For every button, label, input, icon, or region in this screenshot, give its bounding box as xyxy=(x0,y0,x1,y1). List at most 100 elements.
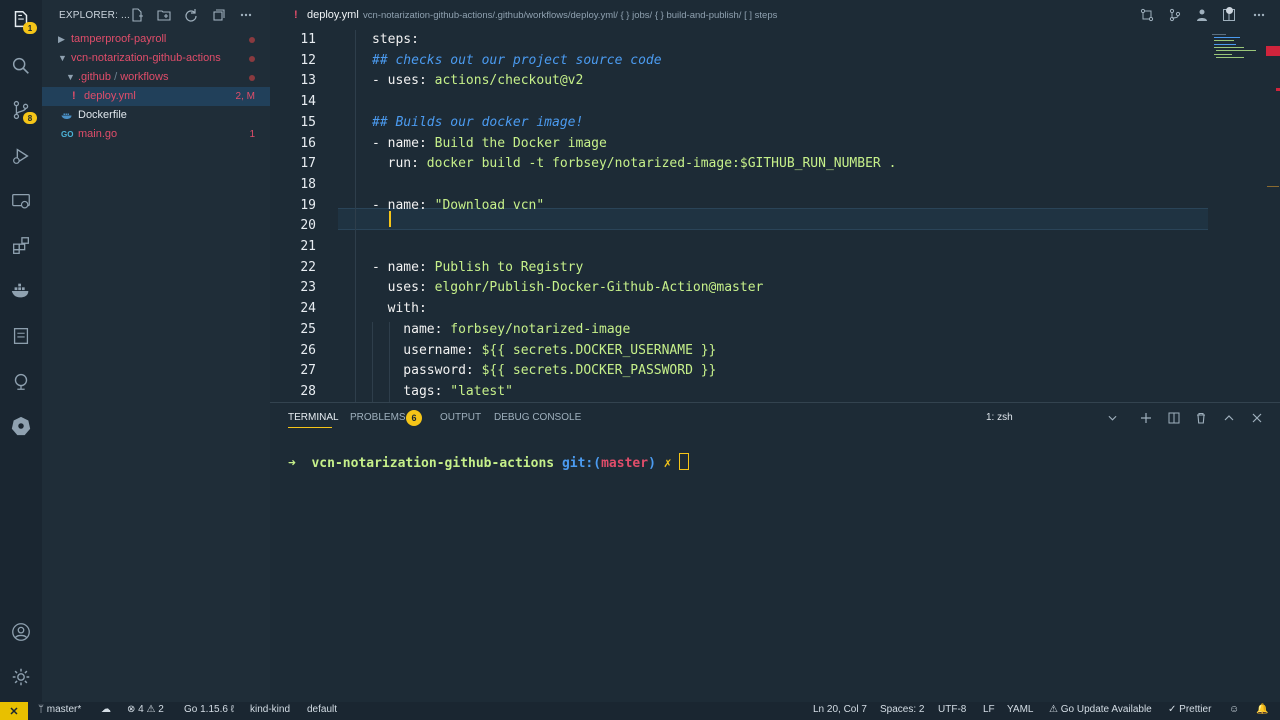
scm-badge: 8 xyxy=(23,112,37,124)
kube-namespace[interactable]: default xyxy=(307,704,337,715)
problems-indicator[interactable]: ⊗ 4 ⚠ 2 xyxy=(127,704,164,715)
code-value: forbsey/notarized-image xyxy=(450,321,631,337)
breadcrumb[interactable]: vcn-notarization-github-actions/.github/… xyxy=(363,10,777,21)
code-key: - uses: xyxy=(372,73,435,89)
tree-folder-github-workflows[interactable]: ▼ .github / workflows xyxy=(42,68,270,87)
cursor-position[interactable]: Ln 20, Col 7 xyxy=(813,704,867,715)
check-icon: ✓ xyxy=(1168,704,1180,715)
new-folder-icon[interactable] xyxy=(157,8,171,22)
scrollbar-error-marker xyxy=(1266,46,1280,56)
line-number: 24 xyxy=(300,301,316,317)
terminal-select[interactable]: 1: zsh xyxy=(980,409,1120,427)
refresh-icon[interactable] xyxy=(184,8,198,22)
explorer-sidebar: EXPLORER: ... ▶ tamperproof-payroll ▼ vc… xyxy=(42,0,270,702)
code-line: steps: xyxy=(372,32,419,47)
tab-deploy-yml[interactable]: deploy.yml xyxy=(307,9,359,21)
modified-dot xyxy=(249,75,255,81)
tree-label: Dockerfile xyxy=(78,109,127,121)
folder-segment: workflows xyxy=(120,71,169,83)
extensions-icon[interactable] xyxy=(9,234,33,258)
collapse-all-icon[interactable] xyxy=(212,8,226,22)
tree-folder-tamperproof-payroll[interactable]: ▶ tamperproof-payroll xyxy=(42,30,270,49)
line-number: 14 xyxy=(300,94,316,110)
code-value: elgohr/Publish-Docker-Github-Action@mast… xyxy=(434,280,764,296)
tree-label: vcn-notarization-github-actions xyxy=(71,52,221,64)
trash-icon[interactable] xyxy=(1195,412,1207,424)
source-control-icon[interactable]: 8 xyxy=(9,98,37,124)
add-terminal-icon[interactable] xyxy=(1140,412,1152,424)
files-icon[interactable]: 1 xyxy=(9,8,37,34)
code-value: "latest" xyxy=(450,383,513,399)
gitlens-icon[interactable] xyxy=(9,369,33,393)
remote-explorer-icon[interactable] xyxy=(9,189,33,213)
settings-gear-icon[interactable] xyxy=(9,665,33,689)
tree-label: main.go xyxy=(78,128,118,140)
more-actions-icon[interactable] xyxy=(1252,8,1266,22)
warning-icon: ⚠ xyxy=(146,704,159,715)
line-number: 27 xyxy=(300,363,316,379)
language-mode[interactable]: YAML xyxy=(1007,704,1034,715)
error-count: 4 xyxy=(138,704,144,715)
git-compare-icon[interactable] xyxy=(1168,8,1182,22)
feedback-icon[interactable]: ☺ xyxy=(1229,704,1239,715)
line-number: 11 xyxy=(300,32,316,47)
go-update-label: Go Update Available xyxy=(1060,704,1152,715)
notifications-icon[interactable]: 🔔 xyxy=(1256,704,1268,715)
docker-icon[interactable] xyxy=(9,279,33,303)
code-line: - name: "Download vcn" xyxy=(372,198,544,213)
code-line: username: ${{ secrets.DOCKER_USERNAME }} xyxy=(372,343,716,358)
sync-icon[interactable]: ☁ xyxy=(101,704,111,715)
tab-terminal[interactable]: TERMINAL xyxy=(288,412,339,423)
go-version[interactable]: Go 1.15.6 ℓ xyxy=(184,704,234,715)
tree-file-deploy-yml[interactable]: ! deploy.yml 2, M xyxy=(42,87,270,106)
branch-indicator[interactable]: ᛘ master* xyxy=(38,704,81,715)
warning-count: 2 xyxy=(158,704,164,715)
terminal-prompt[interactable]: ➜ vcn-notarization-github-actions git:(m… xyxy=(288,453,690,471)
error-icon: ⊗ xyxy=(127,704,139,715)
tab-debug-console[interactable]: DEBUG CONSOLE xyxy=(494,412,581,423)
tree-file-main-go[interactable]: GO main.go 1 xyxy=(42,125,270,144)
notes-icon[interactable] xyxy=(9,324,33,348)
code-value: ${{ secrets.DOCKER_USERNAME }} xyxy=(481,342,717,358)
go-file-icon: GO xyxy=(61,130,74,139)
go-update[interactable]: ⚠ Go Update Available xyxy=(1049,704,1152,715)
editor-tab-bar: ! deploy.yml vcn-notarization-github-act… xyxy=(270,0,1280,30)
tree-label: deploy.yml xyxy=(84,90,136,102)
live-share-icon[interactable] xyxy=(1195,8,1209,22)
more-actions-icon[interactable] xyxy=(239,8,253,22)
unsaved-dot-icon[interactable] xyxy=(1226,7,1233,14)
prompt-git-close: ) xyxy=(648,456,656,471)
new-file-icon[interactable] xyxy=(130,8,144,22)
open-changes-icon[interactable] xyxy=(1140,8,1154,22)
problems-count-badge: 6 xyxy=(406,410,422,426)
prettier[interactable]: ✓ Prettier xyxy=(1168,704,1211,715)
close-panel-icon[interactable] xyxy=(1251,412,1263,424)
line-number: 22 xyxy=(300,259,316,275)
warning-icon: ⚠ xyxy=(1049,704,1061,715)
account-icon[interactable] xyxy=(9,620,33,644)
code-key: uses: xyxy=(372,280,435,296)
code-key: - name: xyxy=(372,197,435,213)
end-of-line[interactable]: LF xyxy=(983,704,995,715)
remote-indicator[interactable]: ✕ xyxy=(0,702,28,720)
tab-output[interactable]: OUTPUT xyxy=(440,412,481,423)
path-separator: / xyxy=(111,71,121,83)
tree-file-dockerfile[interactable]: Dockerfile xyxy=(42,106,270,125)
kube-context[interactable]: kind-kind xyxy=(250,704,290,715)
encoding[interactable]: UTF-8 xyxy=(938,704,966,715)
minimap[interactable] xyxy=(1208,32,1266,62)
code-line: tags: "latest" xyxy=(372,384,513,399)
search-icon[interactable] xyxy=(9,54,33,78)
split-terminal-icon[interactable] xyxy=(1168,412,1180,424)
indentation[interactable]: Spaces: 2 xyxy=(880,704,924,715)
line-number: 23 xyxy=(300,280,316,296)
tab-problems[interactable]: PROBLEMS xyxy=(350,412,406,423)
kubernetes-icon[interactable] xyxy=(9,414,33,438)
line-number: 16 xyxy=(300,135,316,151)
code-value: Publish to Registry xyxy=(434,259,584,275)
run-debug-icon[interactable] xyxy=(9,144,33,168)
code-comment: ## Builds our docker image! xyxy=(372,114,584,130)
maximize-panel-icon[interactable] xyxy=(1223,412,1235,424)
code-editor[interactable]: 11 steps: 12 ## checks out our project sour… xyxy=(270,30,1280,402)
tree-folder-vcn-notarization[interactable]: ▼ vcn-notarization-github-actions xyxy=(42,49,270,68)
